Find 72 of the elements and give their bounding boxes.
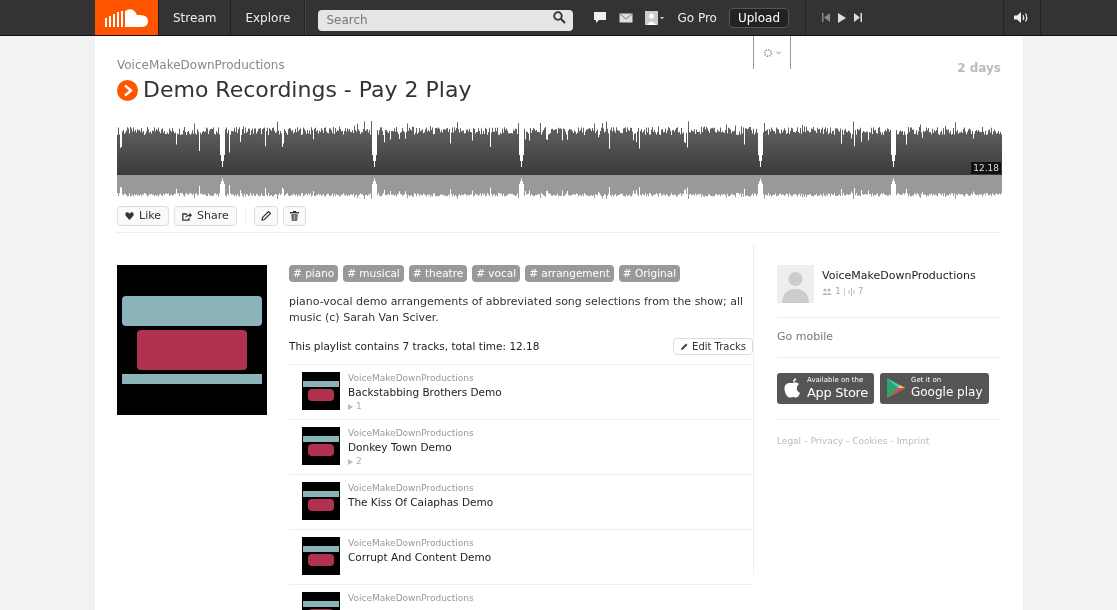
share-icon xyxy=(181,211,192,221)
speech-bubble-icon[interactable] xyxy=(593,11,608,24)
play-count-icon xyxy=(348,458,353,465)
footer-link[interactable]: Cookies xyxy=(852,434,888,448)
separator: - xyxy=(890,434,894,448)
sidebar-username-link[interactable]: VoiceMakeDownProductions xyxy=(822,269,976,283)
pencil-icon xyxy=(680,342,689,351)
track-artwork[interactable] xyxy=(302,482,340,520)
edit-tracks-button[interactable]: Edit Tracks xyxy=(673,338,753,355)
separator: - xyxy=(804,434,808,448)
upload-button[interactable]: Upload xyxy=(728,7,789,28)
track-artist-link[interactable]: VoiceMakeDownProductions xyxy=(348,427,474,440)
play-icon[interactable] xyxy=(838,12,846,23)
search-field[interactable]: Search xyxy=(318,9,574,31)
previous-icon[interactable] xyxy=(822,13,830,22)
edit-button[interactable] xyxy=(253,206,278,226)
pencil-icon xyxy=(260,211,271,221)
footer-link[interactable]: Imprint xyxy=(896,434,930,448)
nav-link[interactable]: Explore xyxy=(230,0,305,35)
track-artist-link[interactable]: VoiceMakeDownProductions xyxy=(348,482,494,495)
track-artist-link[interactable]: VoiceMakeDownProductions xyxy=(348,537,492,550)
playlist-description: piano-vocal demo arrangements of abbreviated song selections from the show; all music (c) Sarah Van Sciver. xyxy=(289,294,745,326)
track-artist-link[interactable]: VoiceMakeDownProductions xyxy=(348,592,474,605)
apple-icon xyxy=(784,378,801,398)
footer-link[interactable]: Legal xyxy=(777,434,802,448)
track-artwork[interactable] xyxy=(302,372,340,410)
username-link[interactable]: VoiceMakeDownProductions xyxy=(117,56,472,74)
play-count-icon xyxy=(348,403,353,410)
envelope-icon[interactable] xyxy=(619,12,634,23)
separator: - xyxy=(845,434,850,448)
track-artwork[interactable] xyxy=(302,427,340,465)
footer-link[interactable]: Privacy xyxy=(810,434,843,448)
volume-icon[interactable] xyxy=(1014,12,1030,23)
followers-count: 1 xyxy=(835,285,841,298)
track-title-link[interactable]: Backstabbing Brothers Demo xyxy=(348,386,502,399)
tag[interactable]: # musical xyxy=(343,265,404,282)
tag[interactable]: # arrangement xyxy=(525,265,614,282)
logo[interactable] xyxy=(95,0,158,35)
playlist-title: Demo Recordings - Pay 2 Play xyxy=(143,76,472,104)
track-title-link[interactable]: Corrupt And Content Demo xyxy=(348,551,492,564)
tracks-count: 7 xyxy=(857,285,864,298)
delete-button[interactable] xyxy=(282,206,306,226)
duration-label: 12.18 xyxy=(971,162,1001,174)
upload-age: 2 days xyxy=(957,60,1001,77)
play-button-icon[interactable] xyxy=(117,79,138,101)
go-pro-link[interactable]: Go Pro xyxy=(673,8,721,27)
track-artist-link[interactable]: VoiceMakeDownProductions xyxy=(348,372,502,385)
track-title-link[interactable]: Donkey Town Demo xyxy=(348,441,474,454)
play-count: 2 xyxy=(356,455,362,468)
tag[interactable]: # theatre xyxy=(408,265,468,282)
go-mobile-heading: Go mobile xyxy=(777,318,1001,358)
next-icon[interactable] xyxy=(854,13,862,22)
settings-dropdown[interactable] xyxy=(753,36,791,69)
play-count: 1 xyxy=(356,400,362,413)
playlist-summary: This playlist contains 7 tracks, total time: 12.18 xyxy=(289,338,540,354)
tag[interactable]: # piano xyxy=(289,265,339,282)
sound-wave-icon xyxy=(847,287,855,296)
avatar-menu-icon[interactable] xyxy=(645,10,666,25)
tag[interactable]: # Original xyxy=(618,265,681,282)
tag[interactable]: # vocal xyxy=(472,265,521,282)
nav-link[interactable]: Stream xyxy=(158,0,231,35)
cloud-logo-icon xyxy=(103,7,150,28)
triangle-play-icon xyxy=(886,378,905,398)
like-button[interactable]: Like xyxy=(117,206,169,226)
search-icon[interactable] xyxy=(553,11,567,24)
caret-icon xyxy=(776,50,781,55)
trash-icon xyxy=(289,211,299,221)
track-title-link[interactable]: The Kiss Of Caiaphas Demo xyxy=(348,496,494,509)
share-button[interactable]: Share xyxy=(173,206,237,226)
track-artwork[interactable] xyxy=(302,537,340,575)
heart-icon xyxy=(125,212,134,220)
followers-icon xyxy=(822,288,832,296)
